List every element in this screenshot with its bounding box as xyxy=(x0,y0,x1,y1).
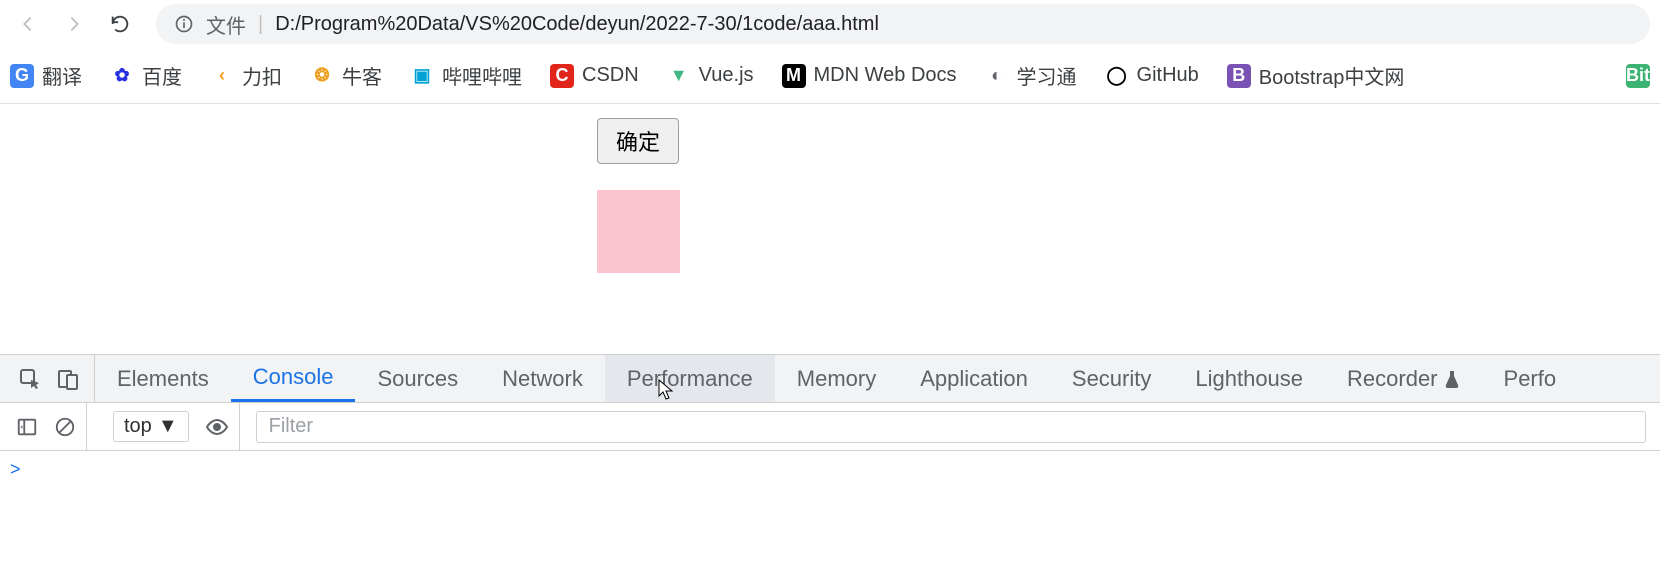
console-filter-bar: top ▼ xyxy=(0,403,1660,451)
bookmark-item[interactable]: C CSDN xyxy=(550,64,639,88)
devtools-tab-elements[interactable]: Elements xyxy=(95,355,231,402)
execution-context-selector[interactable]: top ▼ xyxy=(113,411,189,442)
back-button[interactable] xyxy=(10,6,46,42)
devtools-tab-network[interactable]: Network xyxy=(480,355,605,402)
devtools-tab-application[interactable]: Application xyxy=(898,355,1050,402)
bookmark-favicon: ✿ xyxy=(110,64,134,88)
bookmark-item[interactable]: ▣ 哔哩哔哩 xyxy=(410,61,522,90)
devtools-tab-perfo[interactable]: Perfo xyxy=(1482,355,1579,402)
bookmark-item[interactable]: ‹ 力扣 xyxy=(210,61,282,90)
bookmark-item[interactable]: ◐ 学习通 xyxy=(985,61,1077,90)
devtools-tab-console[interactable]: Console xyxy=(231,355,356,402)
devtools-tab-lighthouse[interactable]: Lighthouse xyxy=(1173,355,1325,402)
devtools-tab-recorder[interactable]: Recorder xyxy=(1325,355,1481,402)
bookmark-favicon: G xyxy=(10,64,34,88)
reload-button[interactable] xyxy=(102,6,138,42)
console-prompt-icon: > xyxy=(10,459,21,479)
live-expression-icon[interactable] xyxy=(205,415,229,439)
bookmark-label: Bootstrap中文网 xyxy=(1259,61,1405,90)
bookmark-item[interactable]: B Bootstrap中文网 xyxy=(1227,61,1405,90)
bookmark-item[interactable]: ◯ GitHub xyxy=(1105,64,1199,88)
forward-button[interactable] xyxy=(56,6,92,42)
bookmark-label: 哔哩哔哩 xyxy=(442,61,522,90)
bookmark-item[interactable]: G 翻译 xyxy=(10,61,82,90)
colored-box xyxy=(597,190,680,273)
devtools-tabbar: ElementsConsoleSourcesNetworkPerformance… xyxy=(0,355,1660,403)
devtools-panel: ElementsConsoleSourcesNetworkPerformance… xyxy=(0,354,1660,521)
bookmark-item[interactable]: ❂ 牛客 xyxy=(310,61,382,90)
bookmark-label: CSDN xyxy=(582,64,639,87)
bookmark-label: 牛客 xyxy=(342,61,382,90)
flask-icon xyxy=(1444,370,1460,388)
device-toggle-icon[interactable] xyxy=(56,367,80,391)
bookmark-favicon: ▼ xyxy=(667,64,691,88)
console-filter-input[interactable] xyxy=(256,411,1646,443)
bookmark-label: 力扣 xyxy=(242,61,282,90)
bookmark-label: 百度 xyxy=(142,61,182,90)
chevron-down-icon: ▼ xyxy=(158,415,178,438)
bookmark-favicon: ◯ xyxy=(1105,64,1129,88)
url-separator: | xyxy=(258,13,263,36)
page-content: 确定 xyxy=(0,104,1660,354)
devtools-tab-performance[interactable]: Performance xyxy=(605,355,775,402)
bookmark-label: 翻译 xyxy=(42,61,82,90)
bookmark-overflow-icon[interactable]: Bit xyxy=(1626,64,1650,88)
bookmark-favicon: ◐ xyxy=(985,64,1009,88)
bookmark-item[interactable]: ▼ Vue.js xyxy=(667,64,754,88)
devtools-tab-security[interactable]: Security xyxy=(1050,355,1173,402)
bookmark-favicon: ▣ xyxy=(410,64,434,88)
bookmark-label: 学习通 xyxy=(1017,61,1077,90)
bookmark-label: Vue.js xyxy=(699,64,754,87)
bookmark-item[interactable]: ✿ 百度 xyxy=(110,61,182,90)
bookmark-favicon: C xyxy=(550,64,574,88)
bookmark-item[interactable]: M MDN Web Docs xyxy=(782,64,957,88)
console-output[interactable]: > xyxy=(0,451,1660,521)
bookmark-favicon: ❂ xyxy=(310,64,334,88)
bookmark-label: MDN Web Docs xyxy=(814,64,957,87)
site-info-icon[interactable] xyxy=(174,14,194,34)
bookmark-favicon: M xyxy=(782,64,806,88)
bookmarks-bar: G 翻译 ✿ 百度 ‹ 力扣 ❂ 牛客 ▣ 哔哩哔哩 C CSDN ▼ Vue.js M MDN Web Do… xyxy=(0,48,1660,104)
inspect-element-icon[interactable] xyxy=(18,367,42,391)
devtools-tab-memory[interactable]: Memory xyxy=(775,355,898,402)
url-text: D:/Program%20Data/VS%20Code/deyun/2022-7… xyxy=(275,13,879,36)
url-scheme-label: 文件 xyxy=(206,10,246,39)
bookmark-favicon: B xyxy=(1227,64,1251,88)
devtools-tab-sources[interactable]: Sources xyxy=(355,355,480,402)
confirm-button[interactable]: 确定 xyxy=(597,118,679,164)
console-sidebar-toggle-icon[interactable] xyxy=(16,416,38,438)
address-bar[interactable]: 文件 | D:/Program%20Data/VS%20Code/deyun/2… xyxy=(156,4,1650,44)
bookmark-label: GitHub xyxy=(1137,64,1199,87)
clear-console-icon[interactable] xyxy=(54,416,76,438)
bookmark-favicon: ‹ xyxy=(210,64,234,88)
context-label: top xyxy=(124,415,152,438)
browser-toolbar: 文件 | D:/Program%20Data/VS%20Code/deyun/2… xyxy=(0,0,1660,48)
